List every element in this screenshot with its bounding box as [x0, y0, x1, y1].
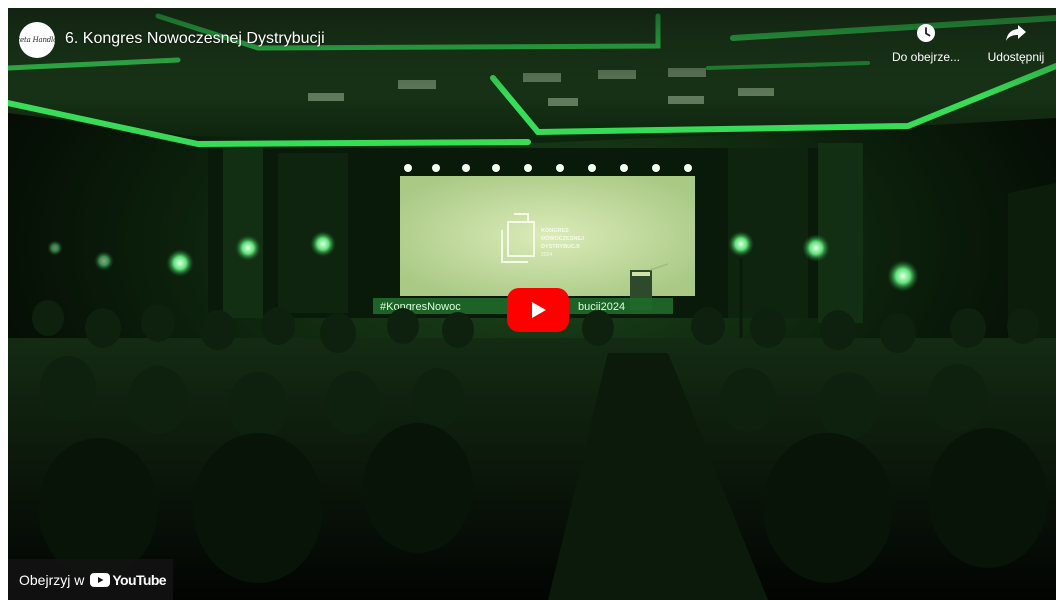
- play-button[interactable]: [507, 288, 569, 332]
- watch-later-button[interactable]: Do obejrze...: [886, 22, 966, 64]
- video-title[interactable]: 6. Kongres Nowoczesnej Dystrybucji: [65, 30, 325, 48]
- share-label: Udostępnij: [987, 50, 1045, 64]
- watch-on-label: Obejrzyj w: [19, 571, 85, 588]
- youtube-wordmark: YouTube: [112, 571, 166, 588]
- screen-logo-line-4: 2024: [541, 252, 552, 258]
- clock-icon: [916, 22, 936, 44]
- watch-on-youtube-button[interactable]: Obejrzyj w YouTube: [8, 559, 173, 600]
- screen-logo-line-2: NOWOCZESNEJ: [541, 236, 584, 242]
- share-arrow-icon: [1005, 22, 1027, 44]
- youtube-logo-icon: YouTube: [90, 571, 167, 588]
- video-player[interactable]: KONGRES NOWOCZESNEJ DYSTRYBUCJI 2024 #Ko…: [8, 8, 1056, 600]
- play-icon: [532, 302, 546, 318]
- watch-later-label: Do obejrze...: [891, 50, 961, 64]
- screen-logo-line-1: KONGRES: [541, 228, 569, 234]
- channel-avatar-text: Gazeta Handlowa: [19, 36, 55, 44]
- share-button[interactable]: Udostępnij: [980, 22, 1052, 64]
- stage-banner-text-left: #KongresNowoc: [380, 301, 461, 313]
- screen-logo-line-3: DYSTRYBUCJI: [541, 244, 580, 250]
- channel-avatar[interactable]: Gazeta Handlowa: [19, 22, 55, 58]
